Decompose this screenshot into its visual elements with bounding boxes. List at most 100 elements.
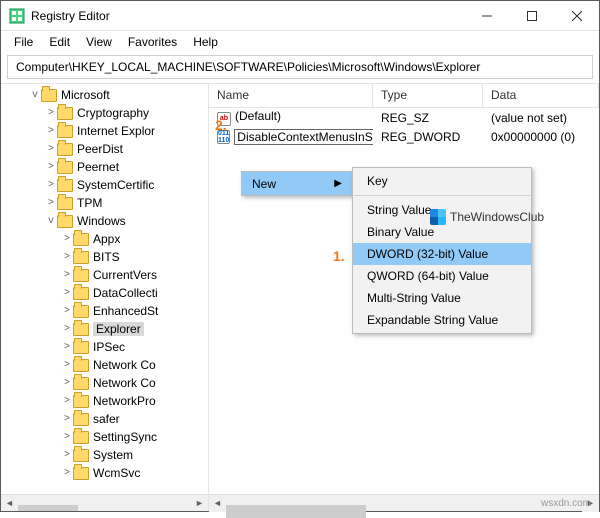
context-menu-new: New ▶ (241, 171, 353, 196)
scroll-left-button[interactable]: ◄ (1, 495, 18, 512)
folder-icon (73, 323, 89, 336)
menu-item-new[interactable]: New ▶ (242, 172, 352, 195)
tree-item[interactable]: >PeerDist (45, 140, 208, 158)
tree-item[interactable]: >NetworkPro (61, 392, 208, 410)
tree-label: CurrentVers (93, 268, 157, 282)
folder-icon (73, 395, 89, 408)
window-title: Registry Editor (31, 9, 464, 23)
tree-item[interactable]: >Cryptography (45, 104, 208, 122)
menu-edit[interactable]: Edit (42, 33, 77, 51)
context-submenu-new: Key String Value Binary Value DWORD (32-… (352, 167, 532, 334)
tree-label: PeerDist (77, 142, 123, 156)
tree-label: Internet Explor (77, 124, 155, 138)
tree-item[interactable]: >Internet Explor (45, 122, 208, 140)
tree-item[interactable]: >DataCollecti (61, 284, 208, 302)
scroll-thumb[interactable] (18, 505, 78, 511)
value-data: (value not set) (483, 111, 599, 125)
tree-label: Network Co (93, 358, 156, 372)
address-bar[interactable] (7, 55, 593, 79)
maximize-button[interactable] (509, 1, 554, 30)
folder-icon (57, 161, 73, 174)
value-name-editing[interactable]: DisableContextMenusInStart (234, 129, 373, 145)
footer-credit: wsxdn.com (541, 498, 591, 509)
annotation-2: 2. (215, 117, 227, 133)
tree-item[interactable]: >Appx (61, 230, 208, 248)
tree-item[interactable]: >EnhancedSt (61, 302, 208, 320)
value-row-disablecontextmenus[interactable]: 011110DisableContextMenusInStart REG_DWO… (209, 127, 599, 146)
tree-item[interactable]: vWindows (45, 212, 208, 230)
value-type: REG_SZ (373, 111, 483, 125)
folder-icon (73, 413, 89, 426)
tree-label: safer (93, 412, 120, 426)
window-buttons (464, 1, 599, 30)
tree-item[interactable]: >System (61, 446, 208, 464)
folder-icon (57, 107, 73, 120)
tree-item[interactable]: >BITS (61, 248, 208, 266)
tree-label: SystemCertific (77, 178, 154, 192)
menu-file[interactable]: File (7, 33, 40, 51)
tree-item[interactable]: >TPM (45, 194, 208, 212)
watermark: TheWindowsClub (430, 209, 544, 225)
folder-icon (73, 449, 89, 462)
menu-favorites[interactable]: Favorites (121, 33, 184, 51)
scroll-right-button[interactable]: ► (191, 495, 208, 512)
folder-icon (73, 341, 89, 354)
tree-label: WcmSvc (93, 466, 140, 480)
close-button[interactable] (554, 1, 599, 30)
tree-item[interactable]: >Explorer (61, 320, 208, 338)
folder-icon (57, 125, 73, 138)
scroll-left-button[interactable]: ◄ (209, 495, 226, 512)
col-name[interactable]: Name (209, 84, 373, 107)
tree-label: Peernet (77, 160, 119, 174)
minimize-button[interactable] (464, 1, 509, 30)
menu-item-dword[interactable]: DWORD (32-bit) Value (353, 243, 531, 265)
address-input[interactable] (14, 59, 586, 75)
tree-h-scrollbar[interactable]: ◄ ► (1, 494, 208, 511)
tree-label: BITS (93, 250, 120, 264)
tree-item[interactable]: >WcmSvc (61, 464, 208, 482)
menu-item-qword[interactable]: QWORD (64-bit) Value (353, 265, 531, 287)
tree-item[interactable]: vMicrosoft (29, 86, 208, 104)
tree-item[interactable]: >Network Co (61, 374, 208, 392)
menu-view[interactable]: View (79, 33, 119, 51)
tree-pane: vMicrosoft>Cryptography>Internet Explor>… (1, 84, 209, 511)
tree-item[interactable]: >Network Co (61, 356, 208, 374)
tree-label: SettingSync (93, 430, 157, 444)
tree-item[interactable]: >SystemCertific (45, 176, 208, 194)
app-icon (9, 8, 25, 24)
watermark-text: TheWindowsClub (450, 210, 544, 224)
folder-icon (57, 197, 73, 210)
menu-separator (354, 195, 530, 196)
value-type: REG_DWORD (373, 130, 483, 144)
value-row-default[interactable]: ab(Default) REG_SZ (value not set) (209, 108, 599, 127)
folder-icon (73, 467, 89, 480)
tree-item[interactable]: >CurrentVers (61, 266, 208, 284)
menu-help[interactable]: Help (186, 33, 225, 51)
folder-icon (57, 179, 73, 192)
tree-item[interactable]: >IPSec (61, 338, 208, 356)
menu-item-multistring[interactable]: Multi-String Value (353, 287, 531, 309)
tree-label: Microsoft (61, 88, 110, 102)
tree-label: NetworkPro (93, 394, 156, 408)
tree-label: EnhancedSt (93, 304, 158, 318)
folder-icon (57, 143, 73, 156)
col-type[interactable]: Type (373, 84, 483, 107)
tree-label: Appx (93, 232, 120, 246)
folder-icon (57, 215, 73, 228)
tree-label: TPM (77, 196, 102, 210)
registry-editor-window: Registry Editor File Edit View Favorites… (0, 0, 600, 512)
menu-item-expandstring[interactable]: Expandable String Value (353, 309, 531, 331)
annotation-1: 1. (333, 248, 345, 264)
tree-item[interactable]: >Peernet (45, 158, 208, 176)
folder-icon (73, 359, 89, 372)
col-data[interactable]: Data (483, 84, 599, 107)
tree-label: Explorer (93, 322, 144, 336)
titlebar: Registry Editor (1, 1, 599, 31)
tree-item[interactable]: >safer (61, 410, 208, 428)
submenu-arrow-icon: ▶ (334, 178, 342, 189)
watermark-logo-icon (430, 209, 446, 225)
tree-item[interactable]: >SettingSync (61, 428, 208, 446)
menu-item-key[interactable]: Key (353, 170, 531, 192)
tree-scroll[interactable]: vMicrosoft>Cryptography>Internet Explor>… (1, 84, 208, 494)
folder-icon (73, 377, 89, 390)
